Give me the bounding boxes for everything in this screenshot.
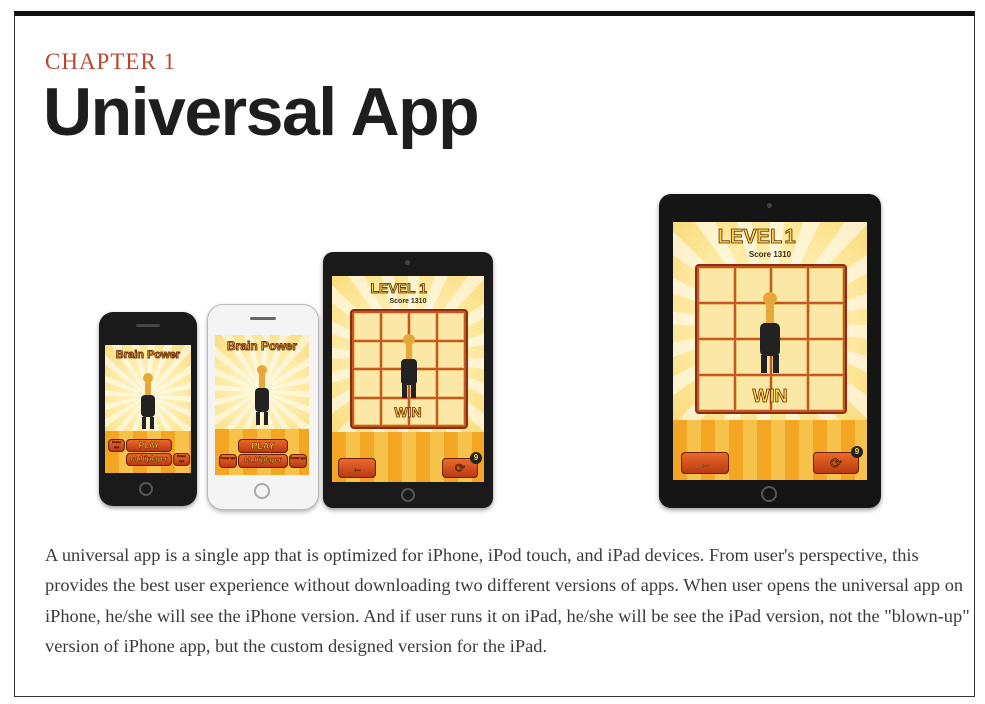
home-button[interactable] bbox=[524, 491, 540, 507]
ipad-mini-black: LEVEL 1 Score 1310 WIN ← ⟳ 9 bbox=[323, 252, 493, 508]
home-button[interactable] bbox=[254, 483, 270, 499]
win-text: WIN bbox=[394, 404, 422, 421]
multiplayer-button[interactable]: Multiplayer bbox=[238, 454, 288, 468]
hint-count-badge: 9 bbox=[470, 452, 482, 464]
power-ups-button[interactable]: Power ups bbox=[594, 451, 626, 477]
ipad-black: LEVEL 1 Score 1310 WIN ← ⟳ 9 bbox=[659, 194, 881, 508]
score-text: Score 1310 bbox=[748, 250, 792, 259]
level-number: 1 bbox=[784, 226, 796, 249]
arrow-left-icon: ← bbox=[698, 455, 712, 471]
replay-icon: ⟳ bbox=[830, 455, 842, 471]
multiplayer-button[interactable]: Multiplayer bbox=[126, 453, 172, 466]
game-screen: Brain Power PLAY Multiplayer Power ups P… bbox=[105, 345, 191, 473]
home-button[interactable] bbox=[139, 482, 153, 496]
page-frame: CHAPTER 1 Universal App Brain Power PLAY… bbox=[14, 11, 975, 697]
giraffe-image bbox=[518, 291, 552, 411]
score-text: Score 1310 bbox=[389, 298, 427, 305]
page-title: Universal App bbox=[43, 74, 480, 150]
chapter-label: CHAPTER 1 bbox=[45, 49, 177, 74]
home-button[interactable] bbox=[401, 488, 415, 502]
win-text: WIN bbox=[752, 386, 788, 407]
game-screen: Brain Power PLAY Multiplayer Power ups P… bbox=[215, 335, 309, 475]
replay-icon: ⟳ bbox=[454, 461, 466, 475]
play-button[interactable]: PLAY bbox=[126, 439, 172, 452]
level-number: 1 bbox=[419, 280, 428, 297]
iphone-white: Brain Power PLAY Multiplayer Power ups P… bbox=[207, 304, 319, 510]
power-ups-button[interactable]: Power ups bbox=[219, 454, 237, 468]
power-ups-button[interactable]: Power ups bbox=[108, 439, 125, 452]
multiplayer-button[interactable]: Multiplayer bbox=[492, 451, 576, 475]
body-paragraph: A universal app is a single app that is … bbox=[45, 545, 970, 656]
play-button[interactable]: PLAY bbox=[238, 439, 288, 453]
game-screen: LEVEL 1 Score 1310 WIN ← ⟳ 9 bbox=[673, 222, 867, 480]
back-button[interactable]: ← bbox=[681, 452, 729, 474]
giraffe-image bbox=[254, 365, 270, 427]
giraffe-image bbox=[400, 334, 418, 400]
play-button[interactable]: PLAY bbox=[496, 423, 572, 447]
home-button[interactable] bbox=[761, 486, 777, 502]
giraffe-image bbox=[140, 373, 156, 431]
iphone-black: Brain Power PLAY Multiplayer Power ups P… bbox=[99, 312, 197, 506]
power-ups-button-2[interactable]: Power ups bbox=[289, 454, 307, 468]
game-title: Brain Power bbox=[115, 349, 181, 362]
arrow-left-icon: ← bbox=[351, 461, 363, 475]
back-button[interactable]: ← bbox=[338, 458, 376, 478]
giraffe-image bbox=[759, 292, 781, 376]
power-ups-button-2[interactable]: Power ups bbox=[173, 453, 190, 466]
device-illustration: Brain Power PLAY Multiplayer Power ups P… bbox=[85, 178, 885, 518]
game-screen: LEVEL 1 Score 1310 WIN ← ⟳ 9 bbox=[332, 276, 484, 482]
hint-count-badge: 9 bbox=[851, 446, 863, 458]
game-title: Brain Power bbox=[226, 339, 298, 354]
